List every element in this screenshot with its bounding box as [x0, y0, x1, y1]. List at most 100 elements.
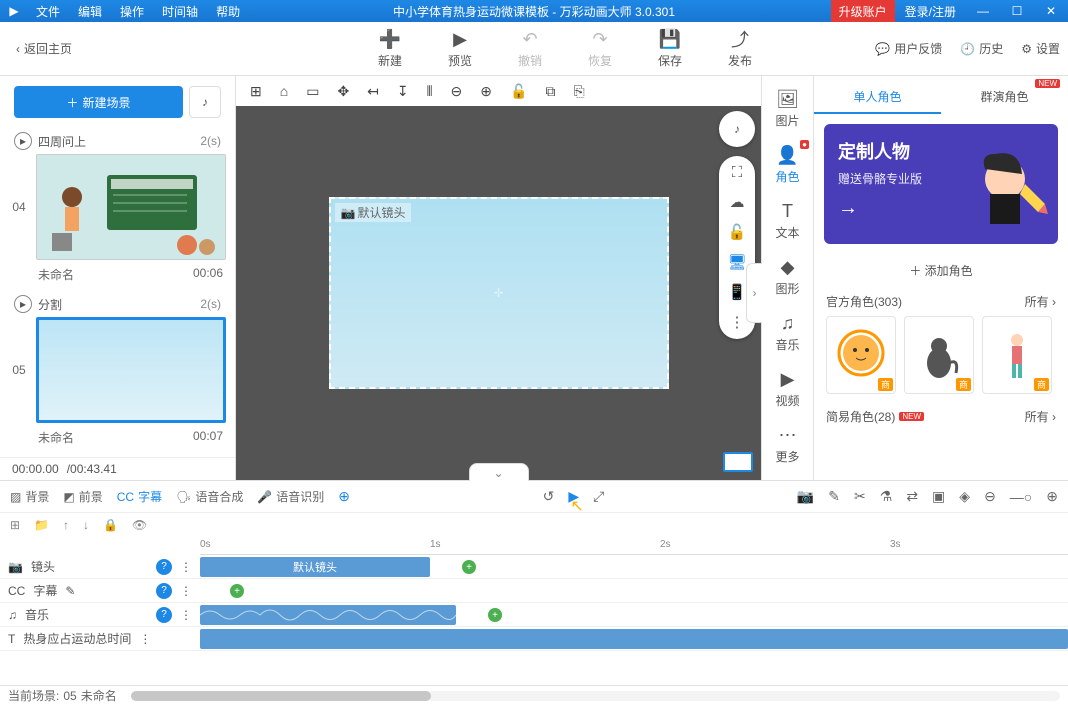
fit-icon[interactable]: ▭: [306, 83, 319, 100]
login-button[interactable]: 登录/注册: [895, 0, 966, 23]
scene-thumbnail-selected[interactable]: [36, 317, 226, 423]
tab-role[interactable]: 👤●角色: [762, 140, 813, 190]
marker-icon[interactable]: ▣: [932, 488, 945, 505]
history-button[interactable]: 🕘历史: [960, 40, 1003, 57]
upgrade-button[interactable]: 升级账户: [831, 0, 895, 22]
tab-single-role[interactable]: 单人角色: [814, 82, 941, 114]
scrollbar-thumb[interactable]: [131, 691, 431, 701]
add-role-button[interactable]: ＋ 添加角色: [814, 254, 1068, 287]
fg-button[interactable]: ◩前景: [63, 488, 102, 505]
publish-button[interactable]: ⤴发布: [720, 28, 760, 69]
keyframe-icon[interactable]: ◈: [959, 488, 970, 505]
bg-button[interactable]: ▨背景: [10, 488, 49, 505]
track-menu-icon[interactable]: ⋮: [180, 608, 192, 622]
subtitle-button[interactable]: CC字幕: [117, 488, 162, 505]
play-timeline-button[interactable]: ▶↖: [568, 488, 579, 505]
align-bottom-icon[interactable]: ↧: [397, 83, 409, 100]
show-all-button[interactable]: 所有 ›: [1025, 293, 1056, 310]
tab-text[interactable]: T文本: [762, 196, 813, 246]
cut-tool-icon[interactable]: ✂: [854, 488, 866, 505]
minimize-button[interactable]: —: [966, 0, 1000, 22]
tab-music[interactable]: ♫音乐: [762, 308, 813, 358]
distribute-icon[interactable]: ⫴: [427, 83, 433, 100]
audio-clip[interactable]: [200, 605, 456, 625]
add-keyframe-button[interactable]: +: [462, 560, 476, 574]
mobile-icon[interactable]: 📱: [728, 283, 747, 301]
new-scene-button[interactable]: ＋新建场景: [14, 86, 183, 118]
expand-right-button[interactable]: ›: [746, 263, 762, 323]
align-left-icon[interactable]: ↤: [367, 83, 379, 100]
track-menu-icon[interactable]: ⋮: [139, 632, 151, 646]
paste-icon[interactable]: ⎘: [573, 83, 584, 100]
zoom-out-icon[interactable]: ⊖: [451, 83, 463, 100]
lock-icon[interactable]: 🔓: [510, 83, 527, 100]
tab-group-role[interactable]: 群演角色NEW: [941, 82, 1068, 114]
tab-more[interactable]: ⋯更多: [762, 420, 813, 470]
menu-help[interactable]: 帮助: [208, 0, 248, 23]
role-card[interactable]: 商: [904, 316, 974, 394]
track-visible-icon[interactable]: 👁: [132, 518, 147, 532]
help-icon[interactable]: ?: [156, 607, 172, 623]
edit-tool-icon[interactable]: ✎: [828, 488, 840, 505]
timeline-ruler[interactable]: 0s 1s 2s 3s: [200, 537, 1068, 555]
save-button[interactable]: 💾保存: [650, 28, 690, 69]
track-edit-icon[interactable]: ✎: [65, 584, 75, 598]
menu-edit[interactable]: 编辑: [70, 0, 110, 23]
ruler-icon[interactable]: ⊞: [250, 83, 262, 100]
more-options-icon[interactable]: ⊕: [338, 488, 350, 505]
preview-button[interactable]: ▶预览: [440, 28, 480, 69]
menu-timeline[interactable]: 时间轴: [154, 0, 206, 23]
track-menu-icon[interactable]: ⋮: [180, 584, 192, 598]
minimap[interactable]: [723, 452, 753, 472]
desktop-icon[interactable]: 🖥: [727, 253, 746, 271]
track-add-icon[interactable]: ⊞: [10, 518, 20, 532]
redo-button[interactable]: ↷恢复: [580, 28, 620, 69]
role-card[interactable]: 商: [982, 316, 1052, 394]
tab-video[interactable]: ▶视频: [762, 364, 813, 414]
fullscreen-icon[interactable]: ⛶: [732, 164, 743, 181]
copy-icon[interactable]: ⧉: [545, 83, 555, 100]
scene-thumbnail[interactable]: [36, 154, 226, 260]
tab-shape[interactable]: ◆图形: [762, 252, 813, 302]
add-keyframe-button[interactable]: +: [488, 608, 502, 622]
track-up-icon[interactable]: ↑: [63, 518, 69, 532]
promo-banner[interactable]: 定制人物 赠送骨骼专业版 →: [824, 124, 1058, 244]
scene-header[interactable]: ▸分割2(s): [8, 291, 227, 317]
track-folder-icon[interactable]: 📁: [34, 518, 49, 532]
floating-music-button[interactable]: ♪: [719, 111, 755, 147]
camera-clip[interactable]: 默认镜头: [200, 557, 430, 577]
maximize-button[interactable]: ☐: [1000, 0, 1034, 22]
new-button[interactable]: ➕新建: [370, 28, 410, 69]
role-card[interactable]: 商: [826, 316, 896, 394]
zoom-slider[interactable]: —○: [1010, 489, 1032, 505]
scene-music-button[interactable]: ♪: [189, 86, 221, 118]
link-icon[interactable]: ⇄: [906, 488, 918, 505]
camera-tool-icon[interactable]: 📷: [797, 488, 814, 505]
feedback-button[interactable]: 💬用户反馈: [875, 40, 942, 57]
settings-button[interactable]: ⚙设置: [1021, 40, 1060, 57]
rewind-icon[interactable]: ↺: [543, 488, 555, 505]
add-keyframe-button[interactable]: +: [230, 584, 244, 598]
expand-icon[interactable]: ⤢: [593, 488, 604, 505]
cloud-icon[interactable]: ☁: [730, 193, 745, 211]
track-lock-icon[interactable]: 🔒: [103, 518, 118, 532]
asr-button[interactable]: 🎤语音识别: [257, 488, 324, 505]
zoom-in-timeline-icon[interactable]: ⊕: [1046, 488, 1058, 505]
menu-file[interactable]: 文件: [28, 0, 68, 23]
filter-icon[interactable]: ⚗: [880, 488, 893, 505]
menu-action[interactable]: 操作: [112, 0, 152, 23]
unlock-icon[interactable]: 🔓: [728, 223, 747, 241]
more-icon[interactable]: ⋮: [730, 313, 745, 331]
canvas-stage[interactable]: 📷默认镜头 ✛ ♪ ⛶ ☁ 🔓 🖥 📱 ⋮ › ⌄: [236, 106, 761, 480]
zoom-out-timeline-icon[interactable]: ⊖: [984, 488, 996, 505]
text-clip[interactable]: [200, 629, 1068, 649]
back-home-button[interactable]: ‹ 返回主页: [8, 36, 80, 61]
pan-icon[interactable]: ✥: [337, 83, 349, 100]
scene-header[interactable]: ▸四周问上2(s): [8, 128, 227, 154]
stage-frame[interactable]: 📷默认镜头 ✛: [329, 197, 669, 389]
tts-button[interactable]: 🗣语音合成: [176, 488, 243, 505]
undo-button[interactable]: ↶撤销: [510, 28, 550, 69]
zoom-in-icon[interactable]: ⊕: [480, 83, 492, 100]
help-icon[interactable]: ?: [156, 559, 172, 575]
help-icon[interactable]: ?: [156, 583, 172, 599]
